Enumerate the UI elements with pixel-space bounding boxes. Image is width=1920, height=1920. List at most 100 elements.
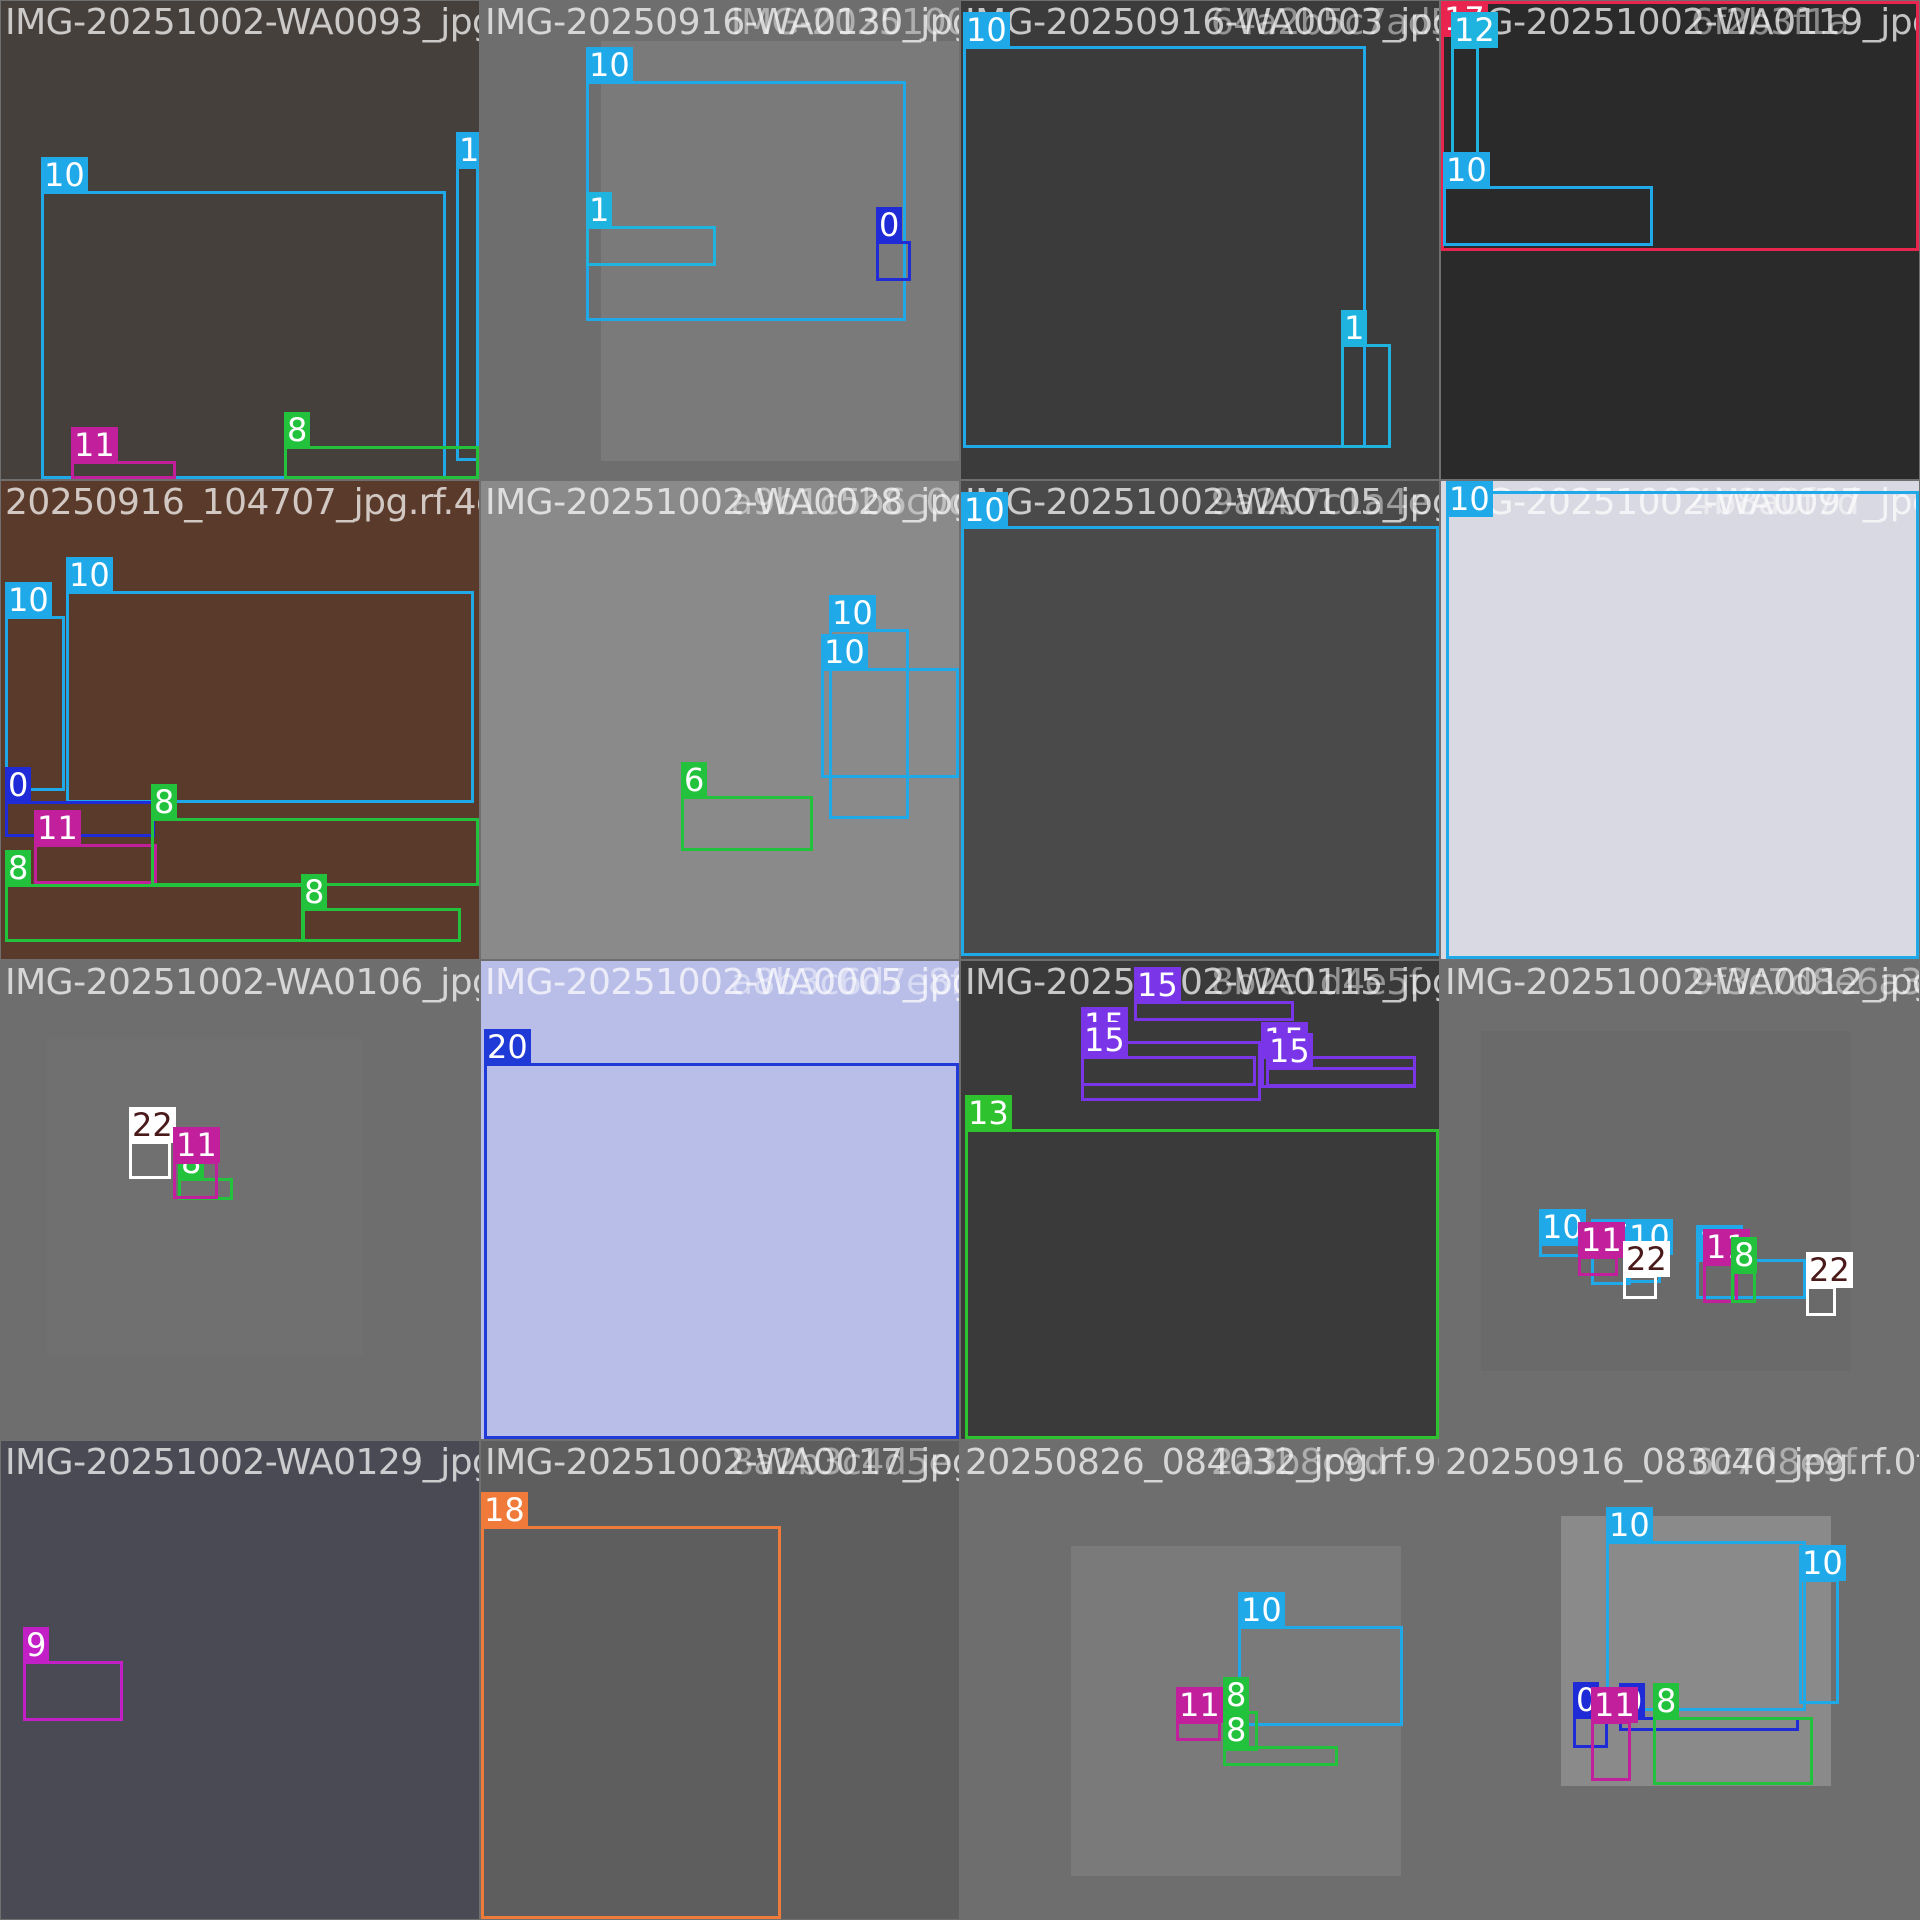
detection-label: 8 (1223, 1677, 1250, 1713)
detection-label: 10 (1238, 1592, 1285, 1628)
detection-label: 11 (34, 810, 81, 846)
detection-label: 6 (681, 762, 708, 798)
detection-box (301, 908, 461, 942)
detection-label: 11 (71, 427, 118, 463)
detection-label: 1 (1341, 310, 1368, 346)
detection-box (1731, 1271, 1756, 1303)
detection-label: 8 (5, 850, 32, 886)
detection-box (5, 884, 305, 942)
detection-box (284, 446, 479, 479)
detection-label: 10 (5, 582, 52, 618)
mosaic-tile: 20250916_083040_jpg.rf.0fb6c7d8e9f101000… (1441, 1441, 1919, 1919)
tile-filename-overlay: 9f3c7d8e6a3 (1691, 962, 1919, 1003)
detection-label: 10 (1606, 1507, 1653, 1543)
detection-box (1266, 1067, 1416, 1087)
detection-label: 15 (1134, 967, 1181, 1003)
detection-box (961, 526, 1439, 956)
tile-filename-overlay: 2a3b8c9d (1211, 1442, 1387, 1483)
detection-label: 10 (586, 47, 633, 83)
detection-box (963, 46, 1366, 448)
tile-filename: IMG-20251002-WA0106_jpg (5, 962, 479, 1003)
detection-label: 1 (586, 192, 613, 228)
detection-box (456, 166, 479, 461)
tile-filename-overlay: 8a2b3c4d5e (731, 1442, 951, 1483)
detection-label: 22 (1623, 1241, 1670, 1277)
detection-box (876, 241, 911, 281)
detection-box (66, 591, 474, 803)
detection-box (586, 81, 906, 321)
tile-filename: IMG-20251002-WA0129_jpg (5, 1442, 479, 1483)
tile-filename: 20250916_104707_jpg.rf.4d (5, 482, 479, 523)
detection-box (1578, 1256, 1618, 1276)
detection-box (1653, 1717, 1813, 1785)
detection-box (173, 1161, 218, 1199)
mosaic-tile: IMG-20251002-WA0097_jpg 4b8a0f7d 10 (1441, 481, 1919, 959)
detection-label: 8 (301, 874, 328, 910)
mosaic-tile: IMG-20251002-WA0129_jpg 9 (1, 1441, 479, 1919)
detection-box (1799, 1579, 1839, 1704)
detection-label: 10 (1443, 152, 1490, 188)
detection-label: 10 (821, 634, 868, 670)
mosaic-tile: IMG-20250916-WA0003_jpg64a2b5c7ad5b7101 (961, 1, 1439, 479)
detection-box (1806, 1286, 1836, 1316)
detection-box (1176, 1721, 1221, 1741)
tile-filename-overlay: 64a2b5c7ad5b7 (1211, 2, 1439, 43)
detection-box (1591, 1721, 1631, 1781)
detection-label: 11 (173, 1127, 220, 1163)
tile-photo (1481, 1031, 1851, 1371)
mosaic-tile: IMG-20251002-WA0115_jpg 8b2c1d4e5f 15 15 15 1… (961, 961, 1439, 1439)
detection-label: 11 (1578, 1222, 1625, 1258)
detection-box (1081, 1056, 1256, 1086)
detection-label: 8 (1731, 1237, 1758, 1273)
mosaic-tile: IMG-20251002-WA0105_jpg 9a2b7c1a4e 10 (961, 481, 1439, 959)
detection-label: 15 (1266, 1033, 1313, 1069)
detection-label: 10 (829, 595, 876, 631)
tile-filename: IMG-20251002-WA0093_jpg (5, 2, 479, 43)
detection-label: 15 (1081, 1022, 1128, 1058)
tile-filename-overlay: a9b1c5b6c0d (731, 482, 959, 523)
detection-box (965, 1129, 1439, 1439)
detection-label: 10 (961, 492, 1008, 528)
detection-label: 22 (129, 1107, 176, 1143)
detection-box (34, 844, 157, 884)
mosaic-tile: IMG-20251002-WA0017_jpg 8a2b3c4d5e 18 (481, 1441, 959, 1919)
detection-box (481, 1526, 781, 1919)
detection-label: 22 (1806, 1252, 1853, 1288)
tile-filename-overlay: 8b2c1d4e5f (1211, 962, 1421, 1003)
detection-label: 11 (1591, 1687, 1638, 1723)
mosaic-tile: 20250826_084032_jpg.rf.96 2a3b8c9d 10 11 8 8 (961, 1441, 1439, 1919)
detection-box (681, 796, 813, 851)
tile-filename-overlay: a8b3c6d7e8f9 (731, 962, 959, 1003)
detection-label: 10 (66, 557, 113, 593)
tile-filename-overlay: 6c7d8e9f (1691, 1442, 1857, 1483)
detection-label: 0 (876, 207, 903, 243)
detection-label: 0 (5, 767, 32, 803)
detection-box (1446, 491, 1919, 959)
mosaic-tile: IMG-20251002-WA0012_jpg9f3c7d8e6a3101010… (1441, 961, 1919, 1439)
detection-label: 12 (1451, 12, 1498, 48)
mosaic-grid: IMG-20251002-WA0093_jpg1010118IMG-202509… (0, 0, 1920, 1920)
detection-box (23, 1661, 123, 1721)
mosaic-tile: IMG-20251002-WA0093_jpg 10 10 11 8 (1, 1, 479, 479)
detection-box (129, 1141, 171, 1179)
detection-label: 11 (1176, 1687, 1223, 1723)
detection-box (1341, 344, 1391, 448)
detection-label: 20 (484, 1029, 531, 1065)
detection-label: 10 (963, 12, 1010, 48)
mosaic-tile: IMG-20251002-WA0106_jpg22811 (1, 961, 479, 1439)
detection-label: 10 (456, 132, 479, 168)
detection-box (1238, 1626, 1403, 1726)
detection-label: 8 (1223, 1712, 1250, 1748)
detection-label: 10 (41, 157, 88, 193)
detection-box (484, 1063, 959, 1439)
detection-label: 18 (481, 1492, 528, 1528)
mosaic-tile: 20250916_104707_jpg.rf.4d 10 10 0 11 8 8 8 (1, 481, 479, 959)
detection-label: 10 (1799, 1545, 1846, 1581)
detection-box (1134, 1001, 1294, 1021)
detection-label: 8 (284, 412, 311, 448)
detection-label: 9 (23, 1627, 50, 1663)
detection-label: 13 (965, 1095, 1012, 1131)
mosaic-tile: IMG-20250916-WA0130_jpgIMG-20251002-WA00… (481, 1, 959, 479)
detection-box (1443, 186, 1653, 246)
mosaic-tile: IMG-20251002-WA0005_jpga8b3c6d7e8f920 (481, 961, 959, 1439)
